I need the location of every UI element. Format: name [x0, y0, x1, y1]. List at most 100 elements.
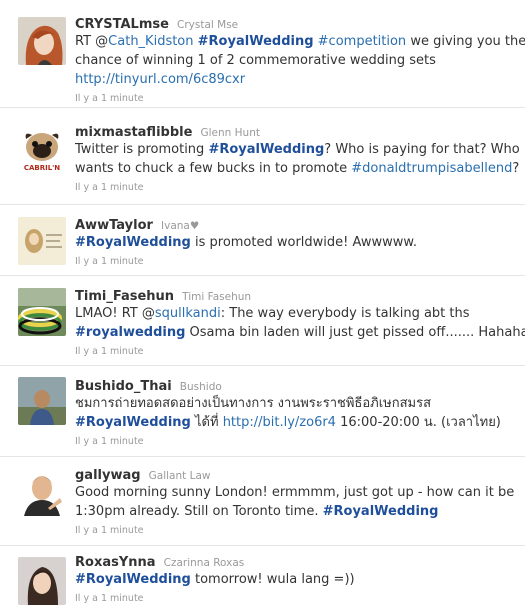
screen-name[interactable]: RoxasYnna — [75, 555, 156, 570]
avatar[interactable]: CABRIL'N — [18, 125, 66, 173]
tweet-timestamp[interactable]: Il y a 1 minute — [75, 345, 519, 359]
tweet-text-line: #RoyalWedding tomorrow! wula lang =)) — [75, 570, 519, 589]
text-link[interactable]: http://tinyurl.com/6c89cxr — [75, 72, 245, 87]
hashtag-link[interactable]: #RoyalWedding — [323, 504, 439, 519]
tweet-text-line: #RoyalWedding is promoted worldwide! Aww… — [75, 233, 519, 252]
hashtag-link[interactable]: #RoyalWedding — [75, 415, 191, 430]
real-name: Bushido — [179, 381, 222, 393]
tweet-content: RoxasYnna Czarinna Roxas #RoyalWedding t… — [75, 552, 519, 606]
tweet-text-segment: is promoted worldwide! Awwwww. — [190, 235, 417, 250]
tweet-timestamp[interactable]: Il y a 1 minute — [75, 524, 519, 538]
tweet-content: CRYSTALmse Crystal Mse RT @Cath_Kidston … — [75, 14, 525, 106]
tweet-text: Good morning sunny London! ermmmm, just … — [75, 483, 519, 521]
hashtag-link[interactable]: #RoyalWedding — [198, 34, 314, 49]
tweet-item: RoxasYnna Czarinna Roxas #RoyalWedding t… — [0, 546, 525, 616]
tweet-item: gallywag Gallant Law Good morning sunny … — [0, 457, 525, 546]
tweet-text-segment: 1:30pm already. Still on Toronto time. — [75, 504, 323, 519]
tweet-text: Twitter is promoting #RoyalWedding? Who … — [75, 140, 520, 178]
tweet-text-segment: Osama bin laden will just get pissed off… — [185, 325, 525, 340]
screen-name[interactable]: CRYSTALmse — [75, 17, 169, 32]
avatar[interactable] — [18, 217, 66, 265]
tweet-text-line: chance of winning 1 of 2 commemorative w… — [75, 51, 519, 70]
avatar-crystal-image — [18, 17, 66, 65]
tweet-text: #RoyalWedding is promoted worldwide! Aww… — [75, 233, 519, 252]
tweet-item: AwwTaylor Ivana♥ #RoyalWedding is promot… — [0, 205, 525, 276]
tweet-text-segment: Twitter is promoting — [75, 142, 209, 157]
avatar[interactable] — [18, 468, 66, 516]
screen-name[interactable]: mixmastaflibble — [75, 125, 192, 140]
tweet-timestamp[interactable]: Il y a 1 minute — [75, 255, 519, 269]
tweet-text-segment: LMAO! RT @ — [75, 306, 155, 321]
text-link[interactable]: Cath_Kidston — [108, 34, 193, 49]
tweet-text-line: 1:30pm already. Still on Toronto time. #… — [75, 502, 519, 521]
avatar[interactable] — [18, 557, 66, 605]
tweet-text-line: http://tinyurl.com/6c89cxr — [75, 70, 519, 89]
tweet-timestamp[interactable]: Il y a 1 minute — [75, 592, 519, 606]
tweet-text-segment: chance of winning 1 of 2 commemorative w… — [75, 53, 436, 68]
avatar[interactable] — [18, 288, 66, 336]
real-name: Gallant Law — [148, 470, 211, 482]
hashtag-link[interactable]: #royalwedding — [75, 325, 185, 340]
tweet-item: CABRIL'N mixmastaflibble Glenn Hunt Twit… — [0, 108, 525, 205]
avatar-gallywag-image — [18, 468, 66, 516]
text-link[interactable]: #competition — [318, 34, 407, 49]
tweet-text: ชมการถ่ายทอดสดอย่างเป็นทางการ งานพระราชพ… — [75, 394, 519, 432]
avatar[interactable] — [18, 17, 66, 65]
tweet-text-segment: 16:00-20:00 น. (เวลาไทย) — [335, 415, 501, 430]
tweet-text-line: LMAO! RT @squllkandi: The way everybody … — [75, 304, 519, 323]
tweet-text-line: Good morning sunny London! ermmmm, just … — [75, 483, 519, 502]
avatar[interactable] — [18, 377, 66, 425]
tweet-text-segment: wants to chuck a few bucks in to promote — [75, 161, 352, 176]
tweet-text-segment: ? Who is paying for that? Who — [324, 142, 520, 157]
tweet-text-segment: tomorrow! wula lang =)) — [190, 572, 355, 587]
tweet-content: AwwTaylor Ivana♥ #RoyalWedding is promot… — [75, 215, 519, 269]
tweet-content: mixmastaflibble Glenn Hunt Twitter is pr… — [75, 122, 520, 195]
tweet-content: Timi_Fasehun Timi Fasehun LMAO! RT @squl… — [75, 286, 525, 359]
tweet-item: Bushido_Thai Bushido ชมการถ่ายทอดสดอย่าง… — [0, 366, 525, 457]
svg-text:CABRIL'N: CABRIL'N — [24, 164, 60, 172]
tweet-text-line: RT @Cath_Kidston #RoyalWedding #competit… — [75, 32, 525, 51]
screen-name[interactable]: Bushido_Thai — [75, 379, 172, 394]
tweet-content: gallywag Gallant Law Good morning sunny … — [75, 465, 519, 538]
avatar-bushido-image — [18, 377, 66, 425]
avatar-pug-image: CABRIL'N — [18, 125, 66, 173]
text-link[interactable]: http://bit.ly/zo6r4 — [223, 415, 336, 430]
hashtag-link[interactable]: #RoyalWedding — [208, 142, 324, 157]
tweet-item: Timi_Fasehun Timi Fasehun LMAO! RT @squl… — [0, 276, 525, 366]
screen-name[interactable]: Timi_Fasehun — [75, 289, 174, 304]
tweet-content: Bushido_Thai Bushido ชมการถ่ายทอดสดอย่าง… — [75, 376, 519, 449]
real-name: Timi Fasehun — [182, 291, 252, 303]
tweet-text-line: #royalwedding Osama bin laden will just … — [75, 323, 525, 342]
tweet-timeline: CRYSTALmse Crystal Mse RT @Cath_Kidston … — [0, 0, 525, 616]
tweet-text: #RoyalWedding tomorrow! wula lang =)) — [75, 570, 519, 589]
tweet-text-segment: ได้ที่ — [190, 415, 223, 430]
tweet-text: LMAO! RT @squllkandi: The way everybody … — [75, 304, 525, 342]
real-name: Glenn Hunt — [200, 127, 260, 139]
tweet-text-line: #RoyalWedding ได้ที่ http://bit.ly/zo6r4… — [75, 413, 519, 432]
tweet-text-segment: ชมการถ่ายทอดสดอย่างเป็นทางการ งานพระราชพ… — [75, 396, 432, 411]
tweet-text-line: Twitter is promoting #RoyalWedding? Who … — [75, 140, 520, 159]
tweet-text-segment: ? — [512, 161, 520, 176]
text-link[interactable]: squllkandi — [155, 306, 221, 321]
avatar-roxas-image — [18, 557, 66, 605]
screen-name[interactable]: AwwTaylor — [75, 218, 153, 233]
tweet-text-line: wants to chuck a few bucks in to promote… — [75, 159, 519, 178]
screen-name[interactable]: gallywag — [75, 468, 141, 483]
tweet-text-segment: RT @ — [75, 34, 109, 49]
hashtag-link[interactable]: #RoyalWedding — [75, 572, 191, 587]
tweet-timestamp[interactable]: Il y a 1 minute — [75, 435, 519, 449]
tweet-timestamp[interactable]: Il y a 1 minute — [75, 181, 519, 195]
real-name: Crystal Mse — [177, 19, 239, 31]
tweet-text-line: ชมการถ่ายทอดสดอย่างเป็นทางการ งานพระราชพ… — [75, 394, 519, 413]
text-link[interactable]: #donaldtrumpisabellend — [351, 161, 512, 176]
hashtag-link[interactable]: #RoyalWedding — [75, 235, 191, 250]
tweet-text-segment: : The way everybody is talking abt ths — [220, 306, 470, 321]
tweet-timestamp[interactable]: Il y a 1 minute — [75, 92, 519, 106]
tweet-item: CRYSTALmse Crystal Mse RT @Cath_Kidston … — [0, 0, 525, 108]
avatar-bracelets-image — [18, 288, 66, 336]
real-name: Ivana♥ — [161, 220, 200, 232]
avatar-aww-image — [18, 217, 66, 265]
real-name: Czarinna Roxas — [163, 557, 245, 569]
tweet-text-segment: we giving you the — [406, 34, 525, 49]
tweet-text: RT @Cath_Kidston #RoyalWedding #competit… — [75, 32, 525, 89]
